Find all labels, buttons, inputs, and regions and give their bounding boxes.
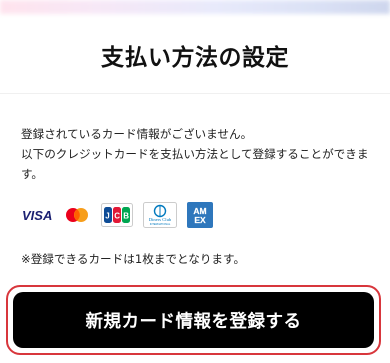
page-title: 支払い方法の設定	[101, 45, 289, 71]
amex-icon: AM EX	[187, 202, 213, 228]
svg-text:J: J	[105, 212, 109, 221]
svg-text:C: C	[114, 212, 120, 221]
svg-text:B: B	[123, 212, 129, 221]
no-card-message: 登録されているカード情報がございません。 以下のクレジットカードを支払い方法とし…	[21, 124, 376, 184]
message-line-1: 登録されているカード情報がございません。	[21, 127, 253, 141]
top-gradient	[0, 0, 390, 14]
mastercard-icon	[63, 206, 91, 224]
visa-icon: VISA	[21, 207, 53, 223]
divider	[0, 93, 390, 94]
svg-text:EX: EX	[194, 215, 206, 225]
jcb-icon: J C B	[101, 203, 133, 227]
diners-club-icon: Diners Club INTERNATIONAL	[143, 202, 177, 228]
register-new-card-button[interactable]: 新規カード情報を登録する	[13, 292, 374, 348]
svg-text:VISA: VISA	[22, 208, 52, 223]
message-line-2: 以下のクレジットカードを支払い方法として登録することができます。	[21, 147, 369, 181]
svg-text:INTERNATIONAL: INTERNATIONAL	[150, 222, 171, 226]
svg-text:Diners Club: Diners Club	[149, 217, 172, 222]
supported-cards: VISA J C B Diners Club INTERNATIONAL AM …	[21, 202, 223, 228]
card-limit-note: ※登録できるカードは1枚までとなります。	[21, 252, 246, 266]
